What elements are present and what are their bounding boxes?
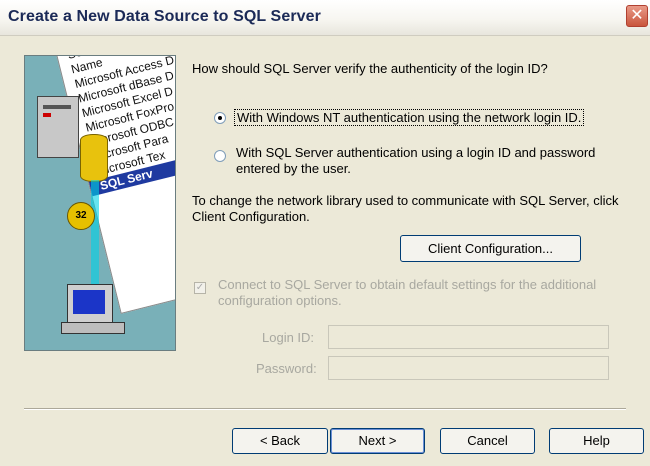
network-library-info: To change the network library used to co…: [192, 193, 619, 224]
connection-beam: [91, 180, 99, 285]
client-configuration-button[interactable]: Client Configuration...: [400, 235, 581, 262]
connect-checkbox[interactable]: ✓: [194, 282, 206, 294]
help-button[interactable]: Help: [549, 428, 644, 454]
connect-checkbox-label: Connect to SQL Server to obtain default …: [218, 277, 597, 308]
button-separator: [24, 408, 626, 410]
cancel-button[interactable]: Cancel: [440, 428, 535, 454]
sql-auth-label[interactable]: With SQL Server authentication using a l…: [236, 145, 626, 177]
computer-icon: [67, 284, 113, 324]
computer-screen: [73, 290, 105, 314]
back-button[interactable]: < Back: [232, 428, 328, 454]
password-input[interactable]: [328, 356, 609, 380]
computer-base: [61, 322, 125, 334]
sql-auth-radio[interactable]: [214, 150, 226, 162]
driver-list-graphic: Select a driver for Name Microsoft Acces…: [55, 56, 175, 314]
login-id-label: Login ID:: [262, 330, 315, 345]
windows-auth-label[interactable]: With Windows NT authentication using the…: [234, 109, 585, 126]
password-label: Password:: [256, 361, 317, 376]
close-icon[interactable]: ✕: [626, 5, 648, 27]
dialog-window: Create a New Data Source to SQL Server ✕…: [0, 0, 650, 466]
disk-icon: 32: [67, 202, 95, 230]
auth-question: How should SQL Server verify the authent…: [192, 61, 548, 76]
wizard-illustration: Select a driver for Name Microsoft Acces…: [24, 55, 176, 351]
server-icon: [37, 96, 79, 158]
login-id-input[interactable]: [328, 325, 609, 349]
database-icon: [80, 134, 108, 182]
windows-auth-radio[interactable]: [214, 112, 226, 124]
next-button[interactable]: Next >: [330, 428, 425, 454]
window-title: Create a New Data Source to SQL Server: [8, 8, 321, 25]
title-bar: Create a New Data Source to SQL Server ✕: [0, 0, 650, 36]
